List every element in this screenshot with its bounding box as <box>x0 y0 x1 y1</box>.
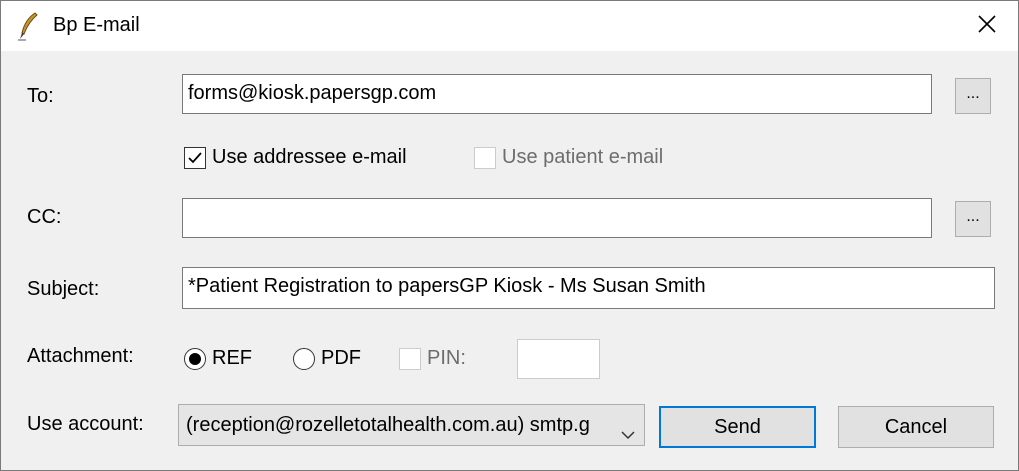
to-label: To: <box>27 85 54 107</box>
pin-label: PIN: <box>427 347 466 369</box>
radio-selected-dot <box>189 352 201 365</box>
attachment-label: Attachment: <box>27 345 134 367</box>
account-select[interactable]: (reception@rozelletotalhealth.com.au) sm… <box>178 404 645 446</box>
cc-label: CC: <box>27 206 62 228</box>
account-label: Use account: <box>27 413 144 435</box>
email-dialog: Bp E-mail To: forms@kiosk.papersgp.com .… <box>0 0 1019 471</box>
pin-input[interactable] <box>517 339 600 379</box>
use-patient-checkbox[interactable]: Use patient e-mail <box>474 146 663 169</box>
checkmark-icon <box>188 151 202 163</box>
use-addressee-label: Use addressee e-mail <box>212 146 407 168</box>
close-button[interactable] <box>961 6 1013 46</box>
use-addressee-checkbox[interactable]: Use addressee e-mail <box>184 146 407 169</box>
to-input[interactable]: forms@kiosk.papersgp.com <box>182 74 932 114</box>
quill-pen-icon <box>15 11 41 41</box>
title-bar: Bp E-mail <box>1 1 1018 51</box>
cc-browse-button[interactable]: ... <box>955 201 991 237</box>
checkbox-box <box>474 146 496 169</box>
close-icon <box>977 14 997 39</box>
chevron-down-icon <box>614 417 636 445</box>
pdf-label: PDF <box>321 347 361 369</box>
send-button[interactable]: Send <box>659 406 816 448</box>
window-title: Bp E-mail <box>53 14 140 36</box>
pdf-radio[interactable]: PDF <box>293 347 361 370</box>
checkbox-box <box>399 347 421 370</box>
ref-label: REF <box>212 347 252 369</box>
radio-circle <box>293 347 315 370</box>
subject-label: Subject: <box>27 278 100 300</box>
account-selected-value: (reception@rozelletotalhealth.com.au) sm… <box>186 414 590 436</box>
to-browse-button[interactable]: ... <box>955 78 991 114</box>
checkbox-box <box>184 146 206 169</box>
cc-input[interactable] <box>182 198 932 238</box>
use-patient-label: Use patient e-mail <box>502 146 664 168</box>
subject-input[interactable]: *Patient Registration to papersGP Kiosk … <box>182 267 995 309</box>
ref-radio[interactable]: REF <box>184 347 252 370</box>
cancel-button[interactable]: Cancel <box>838 406 994 448</box>
radio-circle <box>184 347 206 370</box>
pin-checkbox[interactable]: PIN: <box>399 347 466 370</box>
